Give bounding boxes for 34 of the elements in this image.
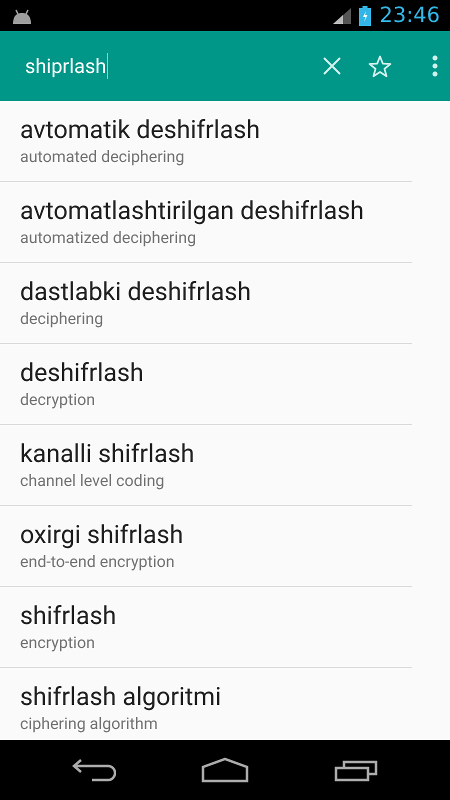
result-item[interactable]: oxirgi shifrlash end-to-end encryption xyxy=(0,506,412,587)
term-text: dastlabki deshifrlash xyxy=(20,277,252,309)
result-item[interactable]: deshifrlash decryption xyxy=(0,344,412,425)
battery-charging-icon xyxy=(359,6,372,26)
term-text: avtomatlashtirilgan deshifrlash xyxy=(20,196,365,228)
term-text: avtomatik deshifrlash xyxy=(20,115,261,147)
home-icon[interactable] xyxy=(200,757,249,783)
result-item[interactable]: avtomatlashtirilgan deshifrlash automatized deciphering xyxy=(0,182,412,263)
result-item[interactable]: dastlabki deshifrlash deciphering xyxy=(0,263,412,344)
term-text: shifrlash algoritmi xyxy=(20,682,222,714)
search-field[interactable]: shiprlash xyxy=(25,51,315,81)
translation-text: deciphering xyxy=(20,309,104,329)
term-text: deshifrlash xyxy=(20,358,145,390)
term-text: kanalli shifrlash xyxy=(20,439,196,471)
star-icon[interactable] xyxy=(368,54,392,78)
result-item[interactable]: avtomatik deshifrlash automated deciphering xyxy=(0,101,412,182)
back-icon[interactable] xyxy=(72,758,116,782)
term-text: shifrlash xyxy=(20,601,118,633)
recent-apps-icon[interactable] xyxy=(334,758,378,782)
translation-text: encryption xyxy=(20,633,96,653)
result-item[interactable]: shifrlash encryption xyxy=(0,587,412,668)
translation-text: channel level coding xyxy=(20,471,166,491)
translation-text: automatized deciphering xyxy=(20,228,198,248)
translation-text: automated deciphering xyxy=(20,147,186,167)
signal-icon xyxy=(333,8,352,24)
term-text: oxirgi shifrlash xyxy=(20,520,184,552)
result-item[interactable]: kanalli shifrlash channel level coding xyxy=(0,425,412,506)
translation-text: end-to-end encryption xyxy=(20,552,176,572)
translation-text: decryption xyxy=(20,390,96,410)
android-robot-icon xyxy=(10,8,34,24)
close-icon[interactable] xyxy=(323,57,341,75)
translation-text: ciphering algorithm xyxy=(20,714,159,734)
more-menu-icon[interactable] xyxy=(432,55,438,77)
clock: 23:46 xyxy=(379,2,440,29)
